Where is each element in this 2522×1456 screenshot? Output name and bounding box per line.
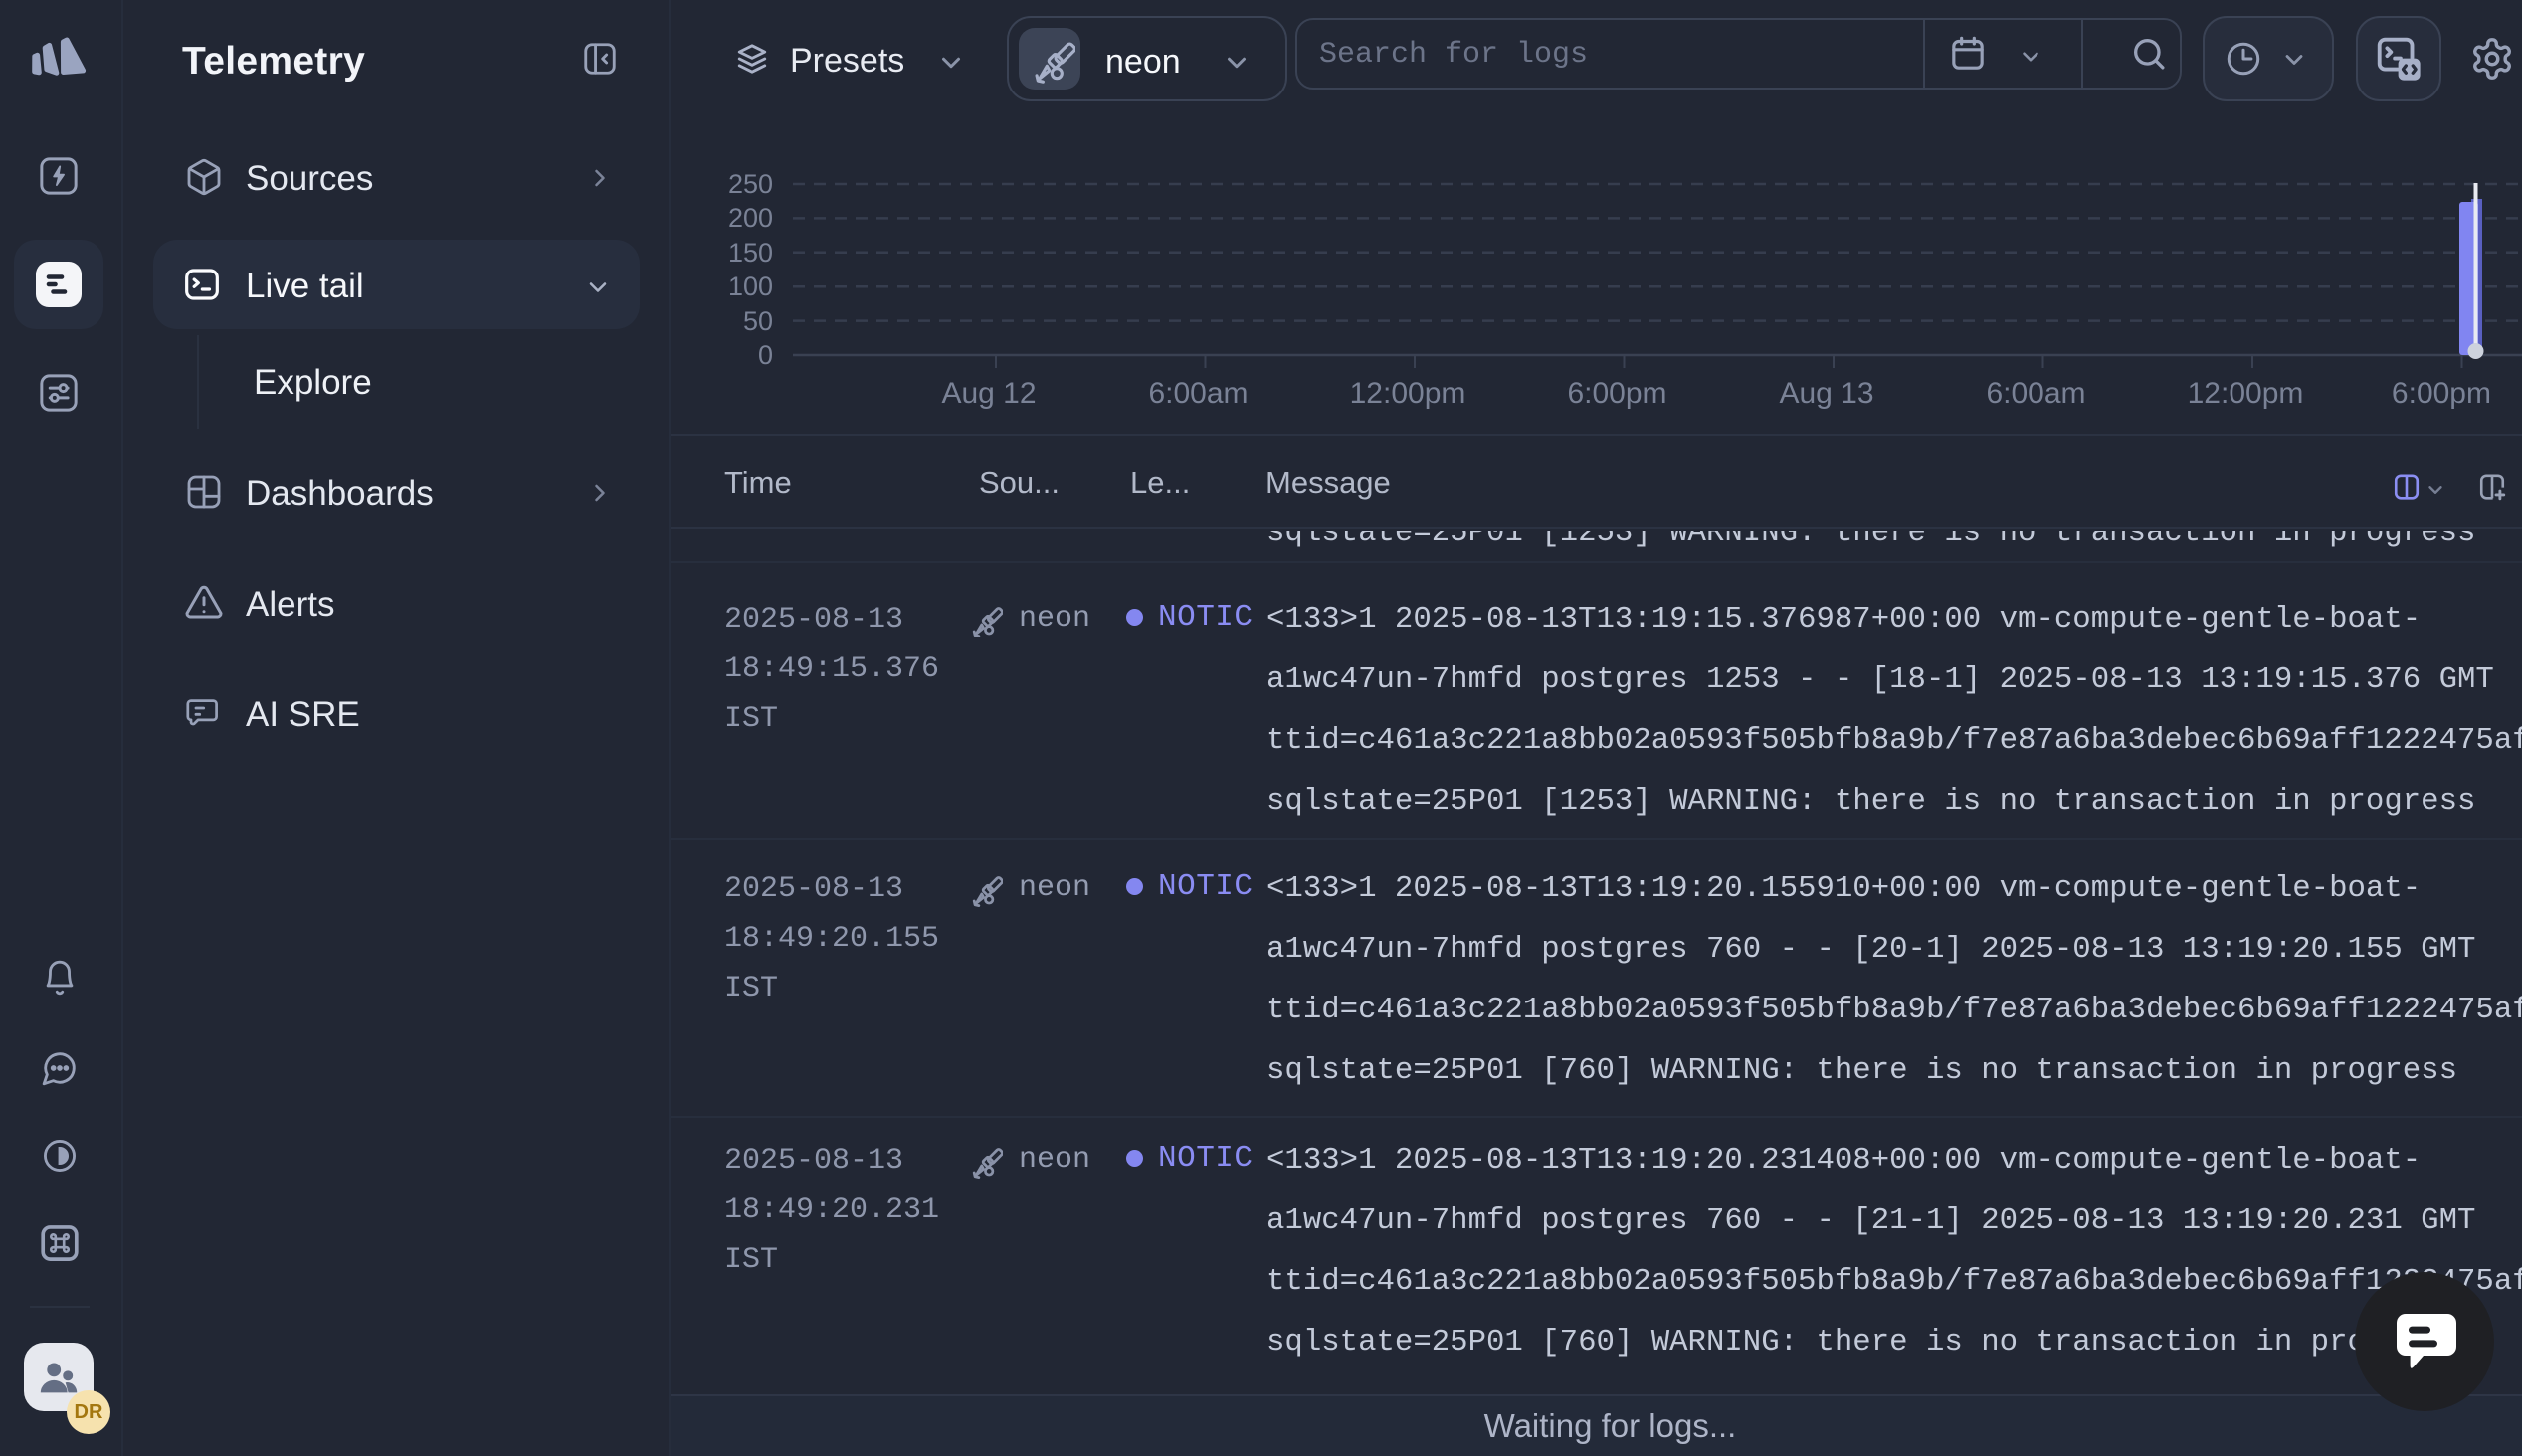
svg-text:Aug 12: Aug 12: [941, 377, 1036, 410]
svg-text:200: 200: [728, 203, 773, 233]
svg-text:6:00pm: 6:00pm: [2392, 377, 2491, 410]
svg-text:6:00pm: 6:00pm: [1567, 377, 1666, 410]
svg-text:250: 250: [728, 169, 773, 199]
svg-text:12:00pm: 12:00pm: [2188, 377, 2304, 410]
svg-text:150: 150: [728, 238, 773, 268]
svg-text:Aug 13: Aug 13: [1779, 377, 1873, 410]
svg-text:0: 0: [758, 340, 773, 370]
svg-text:50: 50: [743, 306, 773, 336]
svg-text:6:00am: 6:00am: [1986, 377, 2085, 410]
svg-text:6:00am: 6:00am: [1148, 377, 1248, 410]
svg-text:12:00pm: 12:00pm: [1350, 377, 1466, 410]
svg-text:100: 100: [728, 272, 773, 301]
